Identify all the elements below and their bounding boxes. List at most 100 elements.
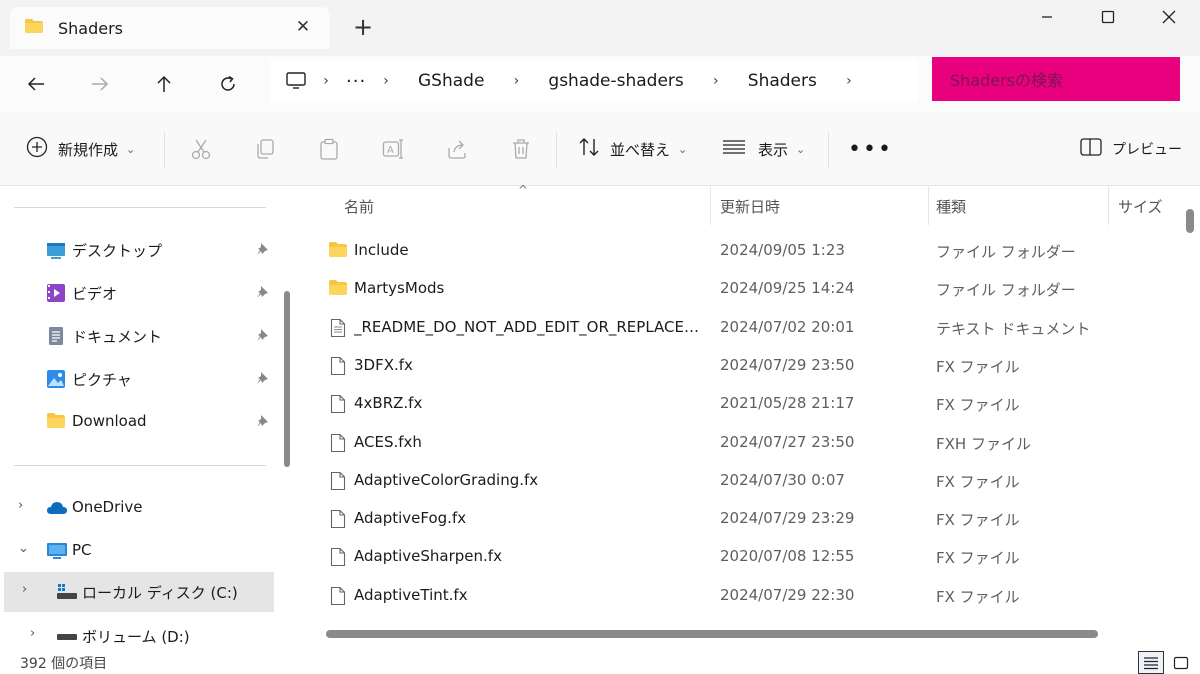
sidebar-item-onedrive[interactable]: › OneDrive: [0, 488, 276, 528]
new-tab-button[interactable]: +: [350, 12, 376, 42]
pin-icon[interactable]: [256, 328, 270, 346]
sidebar-item-desktop[interactable]: デスクトップ: [0, 230, 276, 270]
paste-icon[interactable]: [316, 136, 342, 162]
text-file-icon: [330, 318, 346, 342]
table-row[interactable]: ACES.fxh 2024/07/27 23:50 FXH ファイル: [304, 423, 1184, 461]
close-icon[interactable]: [1138, 0, 1200, 34]
file-name[interactable]: Include: [354, 241, 704, 259]
more-options-button[interactable]: •••: [848, 130, 893, 168]
breadcrumb-shaders[interactable]: Shaders: [736, 71, 829, 91]
file-name[interactable]: ACES.fxh: [354, 433, 704, 451]
sort-label: 並べ替え: [610, 140, 671, 159]
breadcrumb-separator[interactable]: ›: [496, 73, 536, 89]
sidebar-item-pc[interactable]: ⌄ PC: [0, 531, 276, 571]
new-button[interactable]: 新規作成 ⌄: [26, 130, 135, 168]
delete-icon[interactable]: [508, 136, 534, 162]
folder-icon: [24, 18, 44, 38]
file-name[interactable]: AdaptiveFog.fx: [354, 509, 704, 527]
sort-button[interactable]: 並べ替え ⌄: [578, 130, 687, 168]
address-row: › ··· › GShade › gshade-shaders › Shader…: [0, 56, 1200, 112]
chevron-down-icon[interactable]: ⌄: [18, 541, 29, 556]
forward-arrow-icon[interactable]: [80, 66, 120, 102]
sidebar-item-local-disk-c[interactable]: › ローカル ディスク (C:): [4, 572, 274, 612]
sidebar-item-documents[interactable]: ドキュメント: [0, 316, 276, 356]
table-row[interactable]: AdaptiveFog.fx 2024/07/29 23:29 FX ファイル: [304, 499, 1184, 537]
file-icon: [330, 356, 346, 380]
column-header-name[interactable]: 名前: [344, 187, 374, 225]
column-divider[interactable]: [710, 187, 711, 225]
column-header-type[interactable]: 種類: [936, 187, 966, 225]
column-header-size[interactable]: サイズ: [1118, 187, 1163, 225]
back-arrow-icon[interactable]: [16, 66, 56, 102]
cut-icon[interactable]: [188, 136, 214, 162]
file-name[interactable]: AdaptiveSharpen.fx: [354, 547, 704, 565]
view-button[interactable]: 表示 ⌄: [722, 130, 805, 168]
file-type: テキスト ドキュメント: [936, 319, 1091, 338]
table-row[interactable]: AdaptiveTint.fx 2024/07/29 22:30 FX ファイル: [304, 576, 1184, 614]
vertical-scrollbar[interactable]: [1186, 209, 1194, 233]
horizontal-scrollbar[interactable]: [326, 630, 1098, 638]
tab-title: Shaders: [58, 18, 124, 38]
table-row[interactable]: AdaptiveSharpen.fx 2020/07/08 12:55 FX ファイ…: [304, 537, 1184, 575]
file-date: 2024/07/02 20:01: [720, 317, 855, 336]
chevron-right-icon[interactable]: ›: [30, 626, 35, 641]
table-row[interactable]: MartysMods 2024/09/25 14:24 ファイル フォルダー: [304, 269, 1184, 307]
large-icons-view-icon[interactable]: [1168, 651, 1194, 674]
file-type: FX ファイル: [936, 357, 1020, 376]
breadcrumb-gshade[interactable]: GShade: [406, 71, 496, 91]
sidebar-item-download[interactable]: Download: [0, 402, 276, 442]
breadcrumb-separator[interactable]: ›: [829, 73, 869, 89]
pin-icon[interactable]: [256, 242, 270, 260]
file-name[interactable]: MartysMods: [354, 279, 704, 297]
table-row[interactable]: AdaptiveColorGrading.fx 2024/07/30 0:07 FX…: [304, 461, 1184, 499]
breadcrumb-separator[interactable]: ›: [696, 73, 736, 89]
maximize-icon[interactable]: [1077, 0, 1139, 34]
file-type: ファイル フォルダー: [936, 243, 1076, 261]
table-row[interactable]: Include 2024/09/05 1:23 ファイル フォルダー: [304, 231, 1184, 269]
plus-circle-icon: [26, 136, 48, 162]
pin-icon[interactable]: [256, 371, 270, 389]
chevron-right-icon[interactable]: ›: [22, 582, 27, 597]
copy-icon[interactable]: [252, 136, 278, 162]
search-input[interactable]: Shadersの検索: [932, 57, 1180, 101]
table-row[interactable]: 4xBRZ.fx 2021/05/28 21:17 FX ファイル: [304, 384, 1184, 422]
breadcrumb[interactable]: › ··· › GShade › gshade-shaders › Shader…: [270, 59, 918, 103]
breadcrumb-overflow[interactable]: ···: [346, 71, 366, 92]
breadcrumb-separator[interactable]: ›: [366, 73, 406, 89]
file-name[interactable]: AdaptiveColorGrading.fx: [354, 471, 704, 489]
column-header-date[interactable]: 更新日時: [720, 187, 780, 225]
rename-icon[interactable]: A: [380, 136, 406, 162]
refresh-icon[interactable]: [208, 66, 248, 102]
file-name[interactable]: 4xBRZ.fx: [354, 394, 704, 412]
pin-icon[interactable]: [256, 414, 270, 432]
sidebar-item-label: OneDrive: [72, 498, 143, 516]
table-row[interactable]: 3DFX.fx 2024/07/29 23:50 FX ファイル: [304, 346, 1184, 384]
onedrive-icon: [46, 498, 67, 518]
column-divider[interactable]: [1108, 187, 1109, 225]
pin-icon[interactable]: [256, 285, 270, 303]
sidebar-item-pictures[interactable]: ピクチャ: [0, 359, 276, 399]
sidebar-scrollbar[interactable]: [284, 291, 290, 467]
list-view-icon: [722, 139, 746, 159]
file-date: 2021/05/28 21:17: [720, 394, 855, 413]
share-icon[interactable]: [444, 136, 470, 162]
sidebar-item-videos[interactable]: ビデオ: [0, 273, 276, 313]
details-view-icon[interactable]: [1138, 651, 1164, 674]
chevron-right-icon[interactable]: ›: [18, 498, 23, 513]
file-name[interactable]: AdaptiveTint.fx: [354, 586, 704, 604]
column-divider[interactable]: [928, 187, 929, 225]
sidebar-item-volume-d[interactable]: › ボリューム (D:): [0, 616, 276, 656]
sidebar-item-label: PC: [72, 541, 92, 559]
file-name[interactable]: _README_DO_NOT_ADD_EDIT_OR_REPLACE_FI...: [354, 318, 704, 336]
table-row[interactable]: _README_DO_NOT_ADD_EDIT_OR_REPLACE_FI...…: [304, 308, 1184, 346]
monitor-icon[interactable]: [286, 72, 306, 90]
tab-shaders[interactable]: Shaders ✕: [10, 7, 330, 49]
up-arrow-icon[interactable]: [144, 66, 184, 102]
preview-pane-icon: [1080, 138, 1102, 160]
preview-pane-button[interactable]: プレビュー: [1080, 130, 1182, 168]
file-name[interactable]: 3DFX.fx: [354, 356, 704, 374]
breadcrumb-gshade-shaders[interactable]: gshade-shaders: [536, 71, 695, 91]
breadcrumb-separator[interactable]: ›: [306, 73, 346, 89]
minimize-icon[interactable]: [1016, 0, 1078, 34]
tab-close-icon[interactable]: ✕: [292, 17, 314, 37]
